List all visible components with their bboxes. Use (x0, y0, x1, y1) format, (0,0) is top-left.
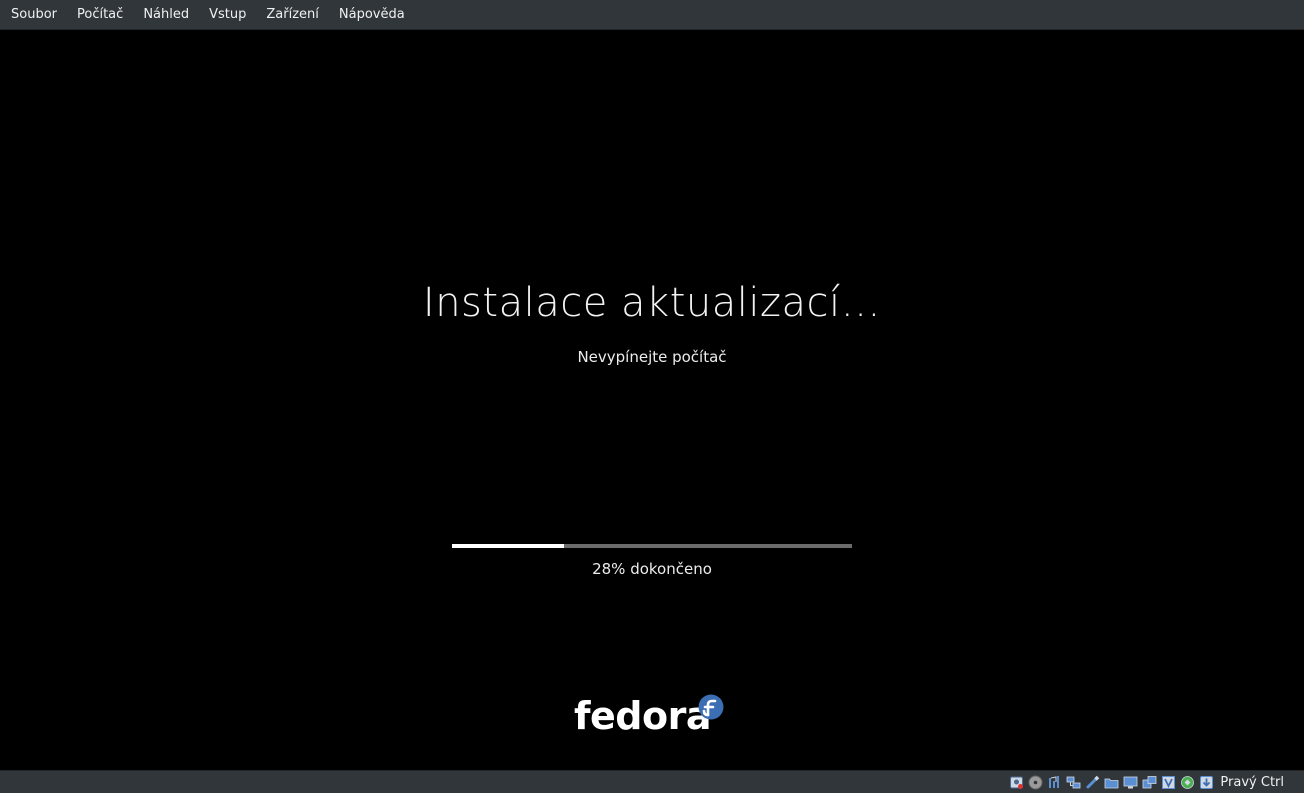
hard-disk-icon[interactable] (1009, 775, 1024, 790)
progress-label: 28% dokončeno (592, 560, 712, 578)
keyboard-icon[interactable] (1199, 775, 1214, 790)
status-bar: Pravý Ctrl (0, 770, 1304, 793)
menu-soubor[interactable]: Soubor (0, 0, 67, 30)
network-icon[interactable] (1066, 775, 1081, 790)
menu-zarizeni[interactable]: Zařízení (256, 0, 329, 30)
host-key-label[interactable]: Pravý Ctrl (1220, 775, 1284, 790)
progress-bar-fill (452, 544, 564, 548)
menu-pocitac[interactable]: Počítač (67, 0, 133, 30)
mouse-integration-icon[interactable] (1180, 775, 1195, 790)
usb-icon[interactable] (1085, 775, 1100, 790)
display-icon[interactable] (1123, 775, 1138, 790)
video-capture-icon[interactable] (1142, 775, 1157, 790)
update-subtitle: Nevypínejte počítač (577, 348, 727, 366)
optical-drive-icon[interactable] (1028, 775, 1043, 790)
virtualization-icon[interactable] (1161, 775, 1176, 790)
fedora-logo: fedora (574, 692, 726, 742)
menu-vstup[interactable]: Vstup (199, 0, 256, 30)
guest-display[interactable]: Instalace aktualizací… Nevypínejte počít… (0, 30, 1304, 770)
menu-bar: Soubor Počítač Náhled Vstup Zařízení Náp… (0, 0, 1304, 30)
audio-icon[interactable] (1047, 775, 1062, 790)
fedora-infinity-icon (698, 694, 724, 720)
menu-nahled[interactable]: Náhled (133, 0, 199, 30)
fedora-logo-text: fedora (574, 694, 712, 738)
update-title: Instalace aktualizací… (422, 280, 882, 326)
shared-folders-icon[interactable] (1104, 775, 1119, 790)
menu-napoveda[interactable]: Nápověda (329, 0, 415, 30)
progress-bar (452, 544, 852, 548)
